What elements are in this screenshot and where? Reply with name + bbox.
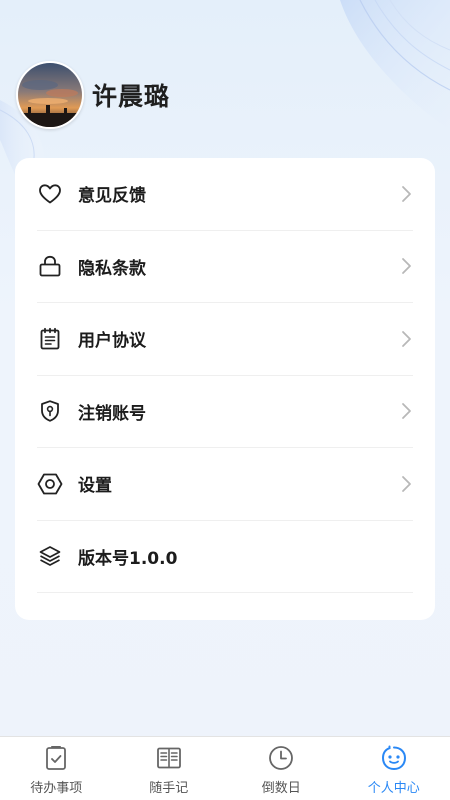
version-label: 版本号1.0.0 — [78, 548, 178, 569]
menu-item-version: 版本号1.0.0 — [37, 521, 413, 593]
clock-icon — [268, 745, 294, 771]
menu-item-settings[interactable]: 设置 — [37, 448, 413, 521]
bottom-tab-bar: 待办事项 随手记 倒数日 个人中心 — [0, 736, 450, 800]
tab-label: 倒数日 — [261, 781, 301, 796]
menu-item-privacy[interactable]: 隐私条款 — [37, 231, 413, 303]
todo-clipboard-icon — [43, 745, 69, 771]
profile-header: 许晨璐 — [16, 61, 170, 129]
tab-todo[interactable]: 待办事项 — [0, 737, 113, 800]
settings-menu-card: 意见反馈 隐私条款 用户协议 注销账号 设置 版本号1.0.0 — [15, 158, 435, 620]
shield-key-icon — [37, 398, 63, 424]
username: 许晨璐 — [92, 82, 171, 111]
menu-item-user-agreement[interactable]: 用户协议 — [37, 303, 413, 376]
menu-item-label: 隐私条款 — [78, 258, 146, 279]
menu-item-label: 设置 — [78, 476, 112, 497]
layers-icon — [37, 543, 63, 569]
tab-countdown[interactable]: 倒数日 — [225, 737, 338, 800]
chevron-right-icon — [402, 475, 411, 492]
lock-icon — [37, 253, 63, 279]
chevron-right-icon — [402, 403, 411, 420]
menu-item-label: 注销账号 — [78, 403, 146, 424]
hexagon-settings-icon — [37, 471, 63, 497]
heart-icon — [37, 181, 63, 207]
menu-item-label: 用户协议 — [78, 331, 146, 352]
chevron-right-icon — [402, 185, 411, 202]
chevron-right-icon — [402, 330, 411, 347]
notepad-icon — [37, 326, 63, 352]
menu-item-delete-account[interactable]: 注销账号 — [37, 376, 413, 448]
tab-label: 随手记 — [149, 781, 189, 796]
menu-item-feedback[interactable]: 意见反馈 — [37, 158, 413, 231]
tab-notes[interactable]: 随手记 — [113, 737, 226, 800]
tab-label: 个人中心 — [367, 781, 420, 796]
chevron-right-icon — [402, 258, 411, 275]
open-book-icon — [156, 745, 182, 771]
menu-item-label: 意见反馈 — [78, 186, 146, 207]
tab-label: 待办事项 — [30, 781, 83, 796]
tab-profile[interactable]: 个人中心 — [338, 737, 450, 800]
smiley-face-icon — [381, 745, 407, 771]
avatar[interactable] — [16, 61, 84, 129]
